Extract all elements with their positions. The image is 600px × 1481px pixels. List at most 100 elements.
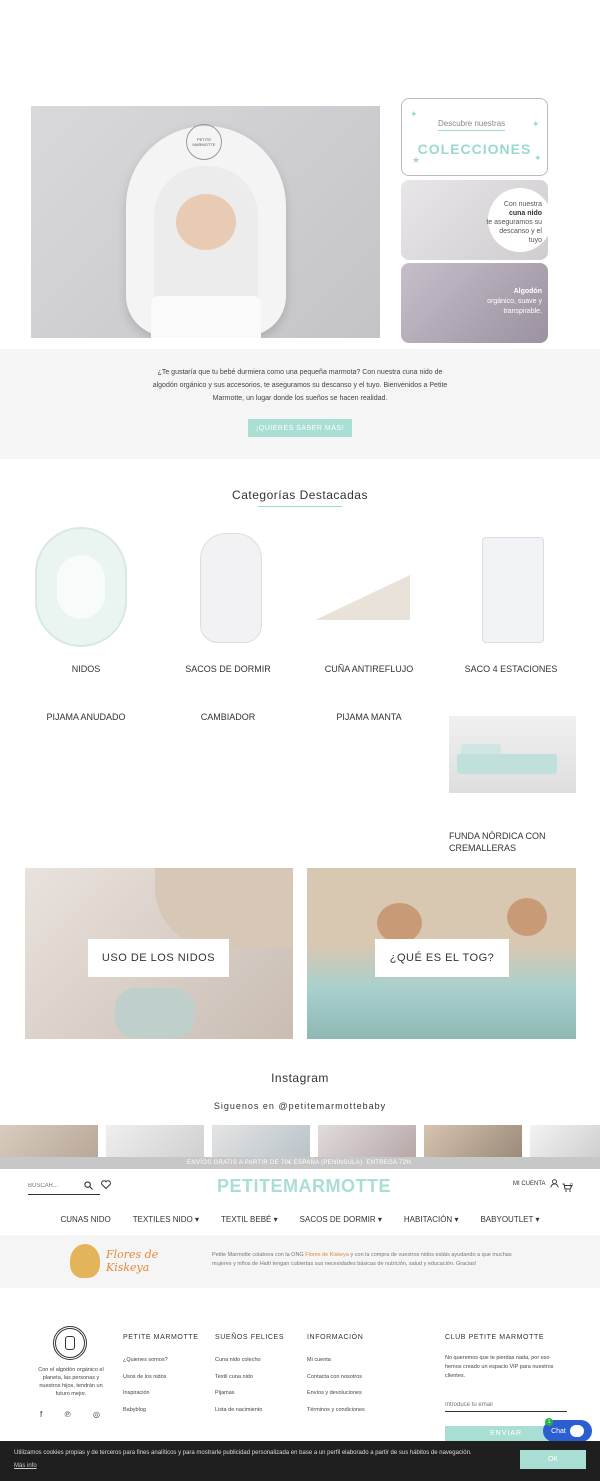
search-box[interactable] xyxy=(28,1177,100,1195)
nidos-image[interactable] xyxy=(35,527,127,647)
main-nav: CUNAS NIDO TEXTILES NIDO ▾ TEXTIL BEBÉ ▾… xyxy=(0,1211,600,1227)
footer-link[interactable]: Textil cuna nido xyxy=(215,1374,253,1380)
club-text: No queremos que te pierdas nada, por eso… xyxy=(445,1355,554,1379)
nav-item-textiles-nido[interactable]: TEXTILES NIDO ▾ xyxy=(133,1215,199,1224)
facebook-icon[interactable]: f xyxy=(40,1410,42,1419)
footer-link[interactable]: Lista de nacimiento xyxy=(215,1407,262,1413)
pillow-logo: PETITE MARMOTTE xyxy=(186,124,222,160)
footer-link[interactable]: Usos de los nidos xyxy=(123,1374,166,1380)
uso-nidos-banner[interactable]: USO DE LOS NIDOS xyxy=(25,868,293,1039)
sacos-image[interactable] xyxy=(200,533,262,643)
chat-bubble-icon xyxy=(569,1425,584,1437)
user-icon xyxy=(550,1179,559,1188)
blanket xyxy=(151,296,261,338)
nav-item-habitacion[interactable]: HABITACIÓN ▾ xyxy=(404,1215,459,1224)
account-link[interactable]: MI CUENTA xyxy=(513,1179,559,1188)
cuna-antireflujo-image[interactable] xyxy=(315,575,410,620)
nav-item-textil-bebe[interactable]: TEXTIL BEBÉ ▾ xyxy=(221,1215,278,1224)
search-input[interactable] xyxy=(28,1182,84,1189)
categories-title: Categorías Destacadas xyxy=(232,488,368,502)
nav-item-cunas-nido[interactable]: CUNAS NIDO xyxy=(61,1215,111,1224)
chevron-down-icon: ▾ xyxy=(194,1214,199,1224)
category-label-cambiador[interactable]: CAMBIADOR xyxy=(168,712,288,722)
mother-image xyxy=(155,868,293,948)
footer-link[interactable]: Inspiración xyxy=(123,1390,150,1396)
social-links: f ℗ ◎ xyxy=(40,1410,100,1419)
garment-icon xyxy=(65,1336,75,1350)
ngo-link[interactable]: Flores de Kiskeya xyxy=(305,1252,349,1258)
instagram-post[interactable] xyxy=(318,1125,416,1157)
category-label-saco4[interactable]: SACO 4 ESTACIONES xyxy=(451,664,571,674)
footer-link[interactable]: Babyblog xyxy=(123,1407,146,1413)
footer-link[interactable]: Términos y condiciones xyxy=(307,1407,365,1413)
chevron-down-icon: ▾ xyxy=(273,1214,278,1224)
star-icon: ✦ xyxy=(532,119,540,129)
learn-more-button[interactable]: ¡QUIERES SABER MÁS! xyxy=(248,419,352,437)
collections-banner[interactable]: ✦ ★ ✦ ✦ Descubre nuestras COLECCIONES xyxy=(401,98,548,176)
child-image xyxy=(507,898,547,936)
tog-label[interactable]: ¿QUÉ ES EL TOG? xyxy=(375,939,509,977)
cookie-more-info-link[interactable]: Más info xyxy=(14,1463,37,1469)
saco-4-estaciones-image[interactable] xyxy=(482,537,544,643)
category-label-sacos[interactable]: SACOS DE DORMIR xyxy=(168,664,288,674)
footer-link[interactable]: Cuna nido colecho xyxy=(215,1357,261,1363)
category-label-nidos[interactable]: NIDOS xyxy=(26,664,146,674)
instagram-post[interactable] xyxy=(212,1125,310,1157)
instagram-post[interactable] xyxy=(106,1125,204,1157)
cookie-text: Utilizamos cookies propias y de terceros… xyxy=(14,1450,472,1456)
instagram-post[interactable] xyxy=(424,1125,522,1157)
tog-banner[interactable]: ¿QUÉ ES EL TOG? xyxy=(307,868,576,1039)
ngo-text: Petite Marmotte colabora con la ONG Flor… xyxy=(212,1252,512,1267)
instagram-title: Instagram xyxy=(271,1071,329,1085)
category-label-funda[interactable]: FUNDA NÓRDICA CON CREMALLERAS xyxy=(449,830,549,854)
cuna-nido-banner[interactable]: Con nuestra cuna nido te aseguramos su d… xyxy=(401,180,548,260)
instagram-post[interactable] xyxy=(530,1125,600,1157)
footer-col-club: CLUB PETITE MARMOTTE xyxy=(445,1334,545,1341)
ngo-logo[interactable]: Flores de Kiskeya xyxy=(70,1243,205,1279)
collections-subtitle: Descubre nuestras xyxy=(438,119,506,131)
footer-link[interactable]: Contacta con nosotros xyxy=(307,1374,362,1380)
intro-text: ¿Te gustaría que tu bebé durmiera como u… xyxy=(152,369,448,402)
footer-link[interactable]: ¿Quienes somos? xyxy=(123,1357,168,1363)
organic-seal-logo xyxy=(53,1326,87,1360)
cookie-ok-button[interactable]: OK xyxy=(520,1450,586,1469)
intro-section: ¿Te gustaría que tu bebé durmiera como u… xyxy=(0,349,600,459)
nav-item-sacos-dormir[interactable]: SACOS DE DORMIR ▾ xyxy=(300,1215,382,1224)
cart-button[interactable]: 0 xyxy=(562,1179,573,1197)
footer-col-informacion: INFORMACIÓN xyxy=(307,1334,364,1341)
pinterest-icon[interactable]: ℗ xyxy=(65,1410,71,1419)
footer-col-suenos: SUEÑOS FELICES xyxy=(215,1334,285,1341)
nav-item-babyoutlet[interactable]: BABYOUTLET ▾ xyxy=(480,1215,539,1224)
cuna-nido-text: Con nuestra cuna nido te aseguramos su d… xyxy=(486,201,542,244)
newsletter-email-input[interactable] xyxy=(445,1398,567,1412)
category-label-cuna[interactable]: CUÑA ANTIREFLUJO xyxy=(309,664,429,674)
heart-icon[interactable] xyxy=(101,1180,111,1189)
baby-image xyxy=(115,988,195,1038)
cookie-bar: Utilizamos cookies propias y de terceros… xyxy=(0,1441,600,1481)
star-icon: ✦ xyxy=(410,109,418,119)
funda-nordica-image[interactable] xyxy=(449,716,576,793)
algodon-text: Algodón orgánico, suave y transpirable. xyxy=(487,288,542,315)
hero-main-image[interactable]: PETITE MARMOTTE xyxy=(31,106,380,338)
uso-nidos-label[interactable]: USO DE LOS NIDOS xyxy=(88,939,229,977)
chevron-down-icon: ▾ xyxy=(377,1214,382,1224)
category-label-pijama-manta[interactable]: PIJAMA MANTA xyxy=(309,712,429,722)
ngo-banner: Flores de Kiskeya Petite Marmotte colabo… xyxy=(0,1235,600,1288)
title-underline xyxy=(258,506,342,507)
category-label-pijama-anudado[interactable]: PIJAMA ANUDADO xyxy=(26,712,146,722)
shipping-bar: ENVÍOS GRATIS A PARTIR DE 70€ ESPAÑA (PE… xyxy=(0,1157,600,1169)
search-icon[interactable] xyxy=(84,1181,93,1190)
chat-button[interactable]: Chat 1 xyxy=(543,1418,592,1442)
instagram-subtitle[interactable]: Siguenos en @petitemarmottebaby xyxy=(0,1101,600,1111)
footer-link[interactable]: Mi cuenta xyxy=(307,1357,331,1363)
footer-link[interactable]: Envíos y devoluciones xyxy=(307,1390,362,1396)
baby-image xyxy=(176,194,236,250)
instagram-icon[interactable]: ◎ xyxy=(93,1410,100,1419)
collections-title: COLECCIONES xyxy=(417,141,532,157)
instagram-post[interactable] xyxy=(0,1125,98,1157)
chevron-down-icon: ▾ xyxy=(454,1214,459,1224)
footer-link[interactable]: Pijamas xyxy=(215,1390,235,1396)
flower-logo-icon xyxy=(70,1244,100,1278)
algodon-banner[interactable]: Algodón orgánico, suave y transpirable. xyxy=(401,263,548,343)
brand-logo[interactable]: PETITEMARMOTTE xyxy=(217,1174,391,1198)
